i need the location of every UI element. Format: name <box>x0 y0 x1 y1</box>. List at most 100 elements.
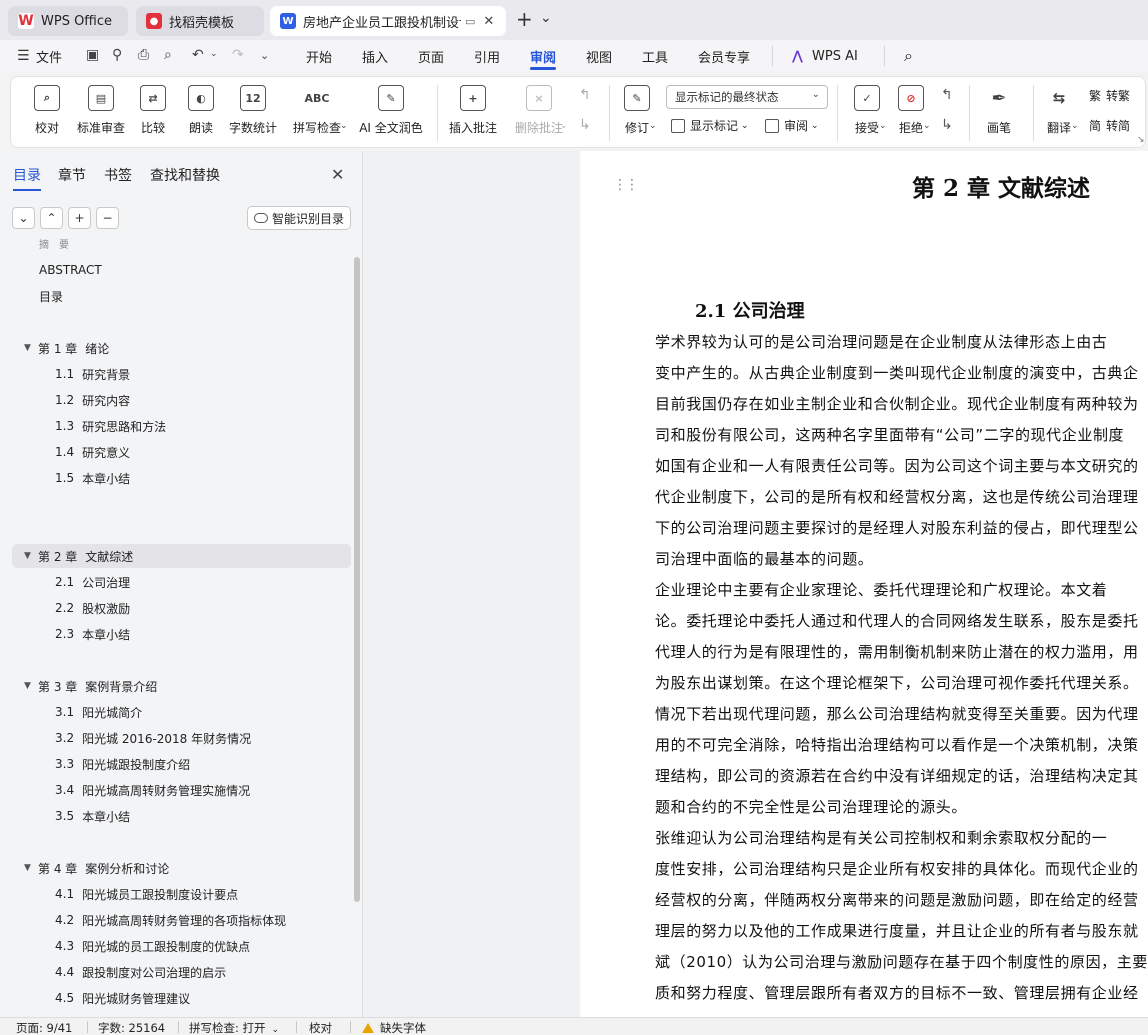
to-simplified-button[interactable]: 简 转简 <box>1089 117 1130 134</box>
toc-item[interactable]: 2.1 公司治理 <box>12 570 351 594</box>
toc-item[interactable]: 2.3 本章小结 <box>12 622 351 646</box>
insert-comment-button[interactable]: + 插入批注 <box>443 81 503 136</box>
tab-sections[interactable]: 章节 <box>58 165 86 185</box>
smart-toc-button[interactable]: 智能识别目录 <box>247 206 351 230</box>
missing-font-status[interactable]: 缺失字体 <box>362 1020 426 1035</box>
save-icon[interactable]: ▣ <box>86 47 99 63</box>
document-page[interactable]: ⋮⋮ 第 2 章 文献综述 2.1 公司治理 学术界较为认可的是公司治理问题是在… <box>580 151 1148 1017</box>
toc-item[interactable]: 1.4 研究意义 <box>12 440 351 464</box>
toc-item[interactable]: 4.1 阳光城员工跟投制度设计要点 <box>12 882 351 906</box>
ribbon-expand-icon[interactable]: ↘ <box>1137 135 1145 145</box>
print-icon[interactable]: ⎙ <box>138 47 149 63</box>
close-pane-icon[interactable]: ✕ <box>331 165 344 184</box>
show-markup-button[interactable]: 显示标记 ⌄ <box>671 117 749 134</box>
toc-item[interactable]: 3.5 本章小结 <box>12 804 351 828</box>
toc-item[interactable]: 4.4 跟投制度对公司治理的启示 <box>12 960 351 984</box>
toc-chapter-selected[interactable]: ▼ 第 2 章文献综述 <box>12 544 351 568</box>
toc-item[interactable]: 1.3 研究思路和方法 <box>12 414 351 438</box>
caret-down-icon[interactable]: ▼ <box>24 343 38 353</box>
reject-chevron-icon[interactable]: ⌄ <box>923 121 931 131</box>
toc-item[interactable]: 目录 <box>12 284 351 308</box>
add-heading-button[interactable]: + <box>68 207 91 229</box>
menu-member[interactable]: 会员专享 <box>698 40 750 72</box>
caret-down-icon[interactable]: ▼ <box>24 863 38 873</box>
spell-check-chevron-icon[interactable]: ⌄ <box>340 121 348 131</box>
collapse-all-button[interactable]: ⌄ <box>12 207 35 229</box>
track-changes-button[interactable]: ✎ 修订 <box>607 81 667 136</box>
menu-insert[interactable]: 插入 <box>362 40 388 72</box>
monitor-icon[interactable]: ▭ <box>465 15 475 28</box>
proofread-status[interactable]: 校对 <box>309 1020 332 1035</box>
standard-review-button[interactable]: ▤ 标准审查 <box>71 81 131 136</box>
toc-item[interactable]: 4.5 阳光城财务管理建议 <box>12 986 351 1010</box>
menu-view[interactable]: 视图 <box>586 40 612 72</box>
undo-icon[interactable]: ↶ <box>192 47 204 63</box>
reject-button[interactable]: ⊘ 拒绝 <box>881 81 941 136</box>
hamburger-icon[interactable]: ☰ <box>17 48 30 64</box>
drag-handle-icon[interactable]: ⋮⋮ <box>613 177 639 193</box>
compare-chevron-icon[interactable]: ⌄ <box>159 121 167 131</box>
pen-button[interactable]: ✒ 画笔 <box>969 81 1029 136</box>
menu-review[interactable]: 审阅 <box>530 40 557 72</box>
word-count-button[interactable]: 12 字数统计 <box>223 81 283 136</box>
toc-item[interactable]: 2.2 股权激励 <box>12 596 351 620</box>
menu-file[interactable]: 文件 <box>36 40 62 72</box>
toc-item[interactable]: 1.1 研究背景 <box>12 362 351 386</box>
next-comment-icon[interactable]: ↳ <box>579 117 591 133</box>
word-count-indicator[interactable]: 字数: 25164 <box>98 1020 165 1035</box>
tab-list-chevron-icon[interactable]: ⌄ <box>540 10 552 26</box>
remove-heading-button[interactable]: − <box>96 207 119 229</box>
toc-item[interactable]: 3.1 阳光城简介 <box>12 700 351 724</box>
toc-item-clipped[interactable]: 摘 要 <box>12 237 351 255</box>
redo-icon[interactable]: ↷ <box>232 47 244 63</box>
read-aloud-button[interactable]: ◐ 朗读 <box>171 81 231 136</box>
expand-all-button[interactable]: ⌃ <box>40 207 63 229</box>
toc-chapter[interactable]: ▼ 第 1 章绪论 <box>12 336 351 360</box>
new-tab-icon[interactable]: + <box>516 7 533 31</box>
menu-home[interactable]: 开始 <box>306 40 332 72</box>
undo-menu-chevron-icon[interactable]: ⌄ <box>210 49 218 59</box>
toc-item[interactable]: 1.2 研究内容 <box>12 388 351 412</box>
toc-item[interactable]: 3.2 阳光城 2016-2018 年财务情况 <box>12 726 351 750</box>
export-icon[interactable]: ⚲ <box>112 47 122 63</box>
close-tab-icon[interactable]: ✕ <box>483 14 494 29</box>
menu-tools[interactable]: 工具 <box>642 40 668 72</box>
to-traditional-button[interactable]: 繁 转繁 <box>1089 87 1130 104</box>
proofread-button[interactable]: ⌕ 校对 <box>17 81 77 136</box>
toc-item[interactable]: 1.5 本章小结 <box>12 466 351 490</box>
toc-item[interactable]: 3.3 阳光城跟投制度介绍 <box>12 752 351 776</box>
page-indicator[interactable]: 页面: 9/41 <box>16 1020 72 1035</box>
spell-check-status[interactable]: 拼写检查: 打开 ⌄ <box>189 1020 279 1035</box>
translate-button[interactable]: ⇆ 翻译 <box>1029 81 1089 136</box>
next-change-icon[interactable]: ↳ <box>941 117 953 133</box>
delete-comment-chevron-icon[interactable]: ⌄ <box>560 121 568 131</box>
toc-chapter[interactable]: ▼ 第 3 章案例背景介绍 <box>12 674 351 698</box>
caret-down-icon[interactable]: ▼ <box>24 681 38 691</box>
toc-item[interactable]: 4.2 阳光城高周转财务管理的各项指标体现 <box>12 908 351 932</box>
ai-polish-button[interactable]: ✎ AI 全文润色 <box>359 81 423 136</box>
previous-comment-icon[interactable]: ↰ <box>579 87 591 103</box>
track-changes-chevron-icon[interactable]: ⌄ <box>649 121 657 131</box>
translate-chevron-icon[interactable]: ⌄ <box>1071 121 1079 131</box>
previous-change-icon[interactable]: ↰ <box>941 87 953 103</box>
toc-chapter[interactable]: ▼ 第 4 章案例分析和讨论 <box>12 856 351 880</box>
toc-item[interactable]: ABSTRACT <box>12 258 351 282</box>
tab-wps-office[interactable]: W WPS Office <box>8 6 128 36</box>
markup-display-select[interactable]: 显示标记的最终状态 ⌄ <box>666 85 828 109</box>
print-preview-icon[interactable]: ⌕ <box>164 47 172 63</box>
toc-scrollbar[interactable] <box>354 257 360 902</box>
quick-access-chevron-icon[interactable]: ⌄ <box>260 49 269 62</box>
wps-ai-logo-icon[interactable]: ⋀ <box>792 40 803 72</box>
caret-down-icon[interactable]: ▼ <box>24 551 38 561</box>
tab-bookmarks[interactable]: 书签 <box>104 165 132 185</box>
menu-page[interactable]: 页面 <box>418 40 444 72</box>
toc-item[interactable]: 3.4 阳光城高周转财务管理实施情况 <box>12 778 351 802</box>
search-icon[interactable]: ⌕ <box>904 40 913 72</box>
review-pane-button[interactable]: 审阅 ⌄ <box>765 117 819 134</box>
toc-item[interactable]: 4.3 阳光城的员工跟投制度的优缺点 <box>12 934 351 958</box>
tab-find-replace[interactable]: 查找和替换 <box>150 165 220 185</box>
tab-docer-templates[interactable]: ● 找稻壳模板 <box>136 6 264 36</box>
spell-check-button[interactable]: ABC 拼写检查 <box>287 81 347 136</box>
tab-toc[interactable]: 目录 <box>13 165 41 191</box>
menu-wps-ai[interactable]: WPS AI <box>812 40 858 72</box>
